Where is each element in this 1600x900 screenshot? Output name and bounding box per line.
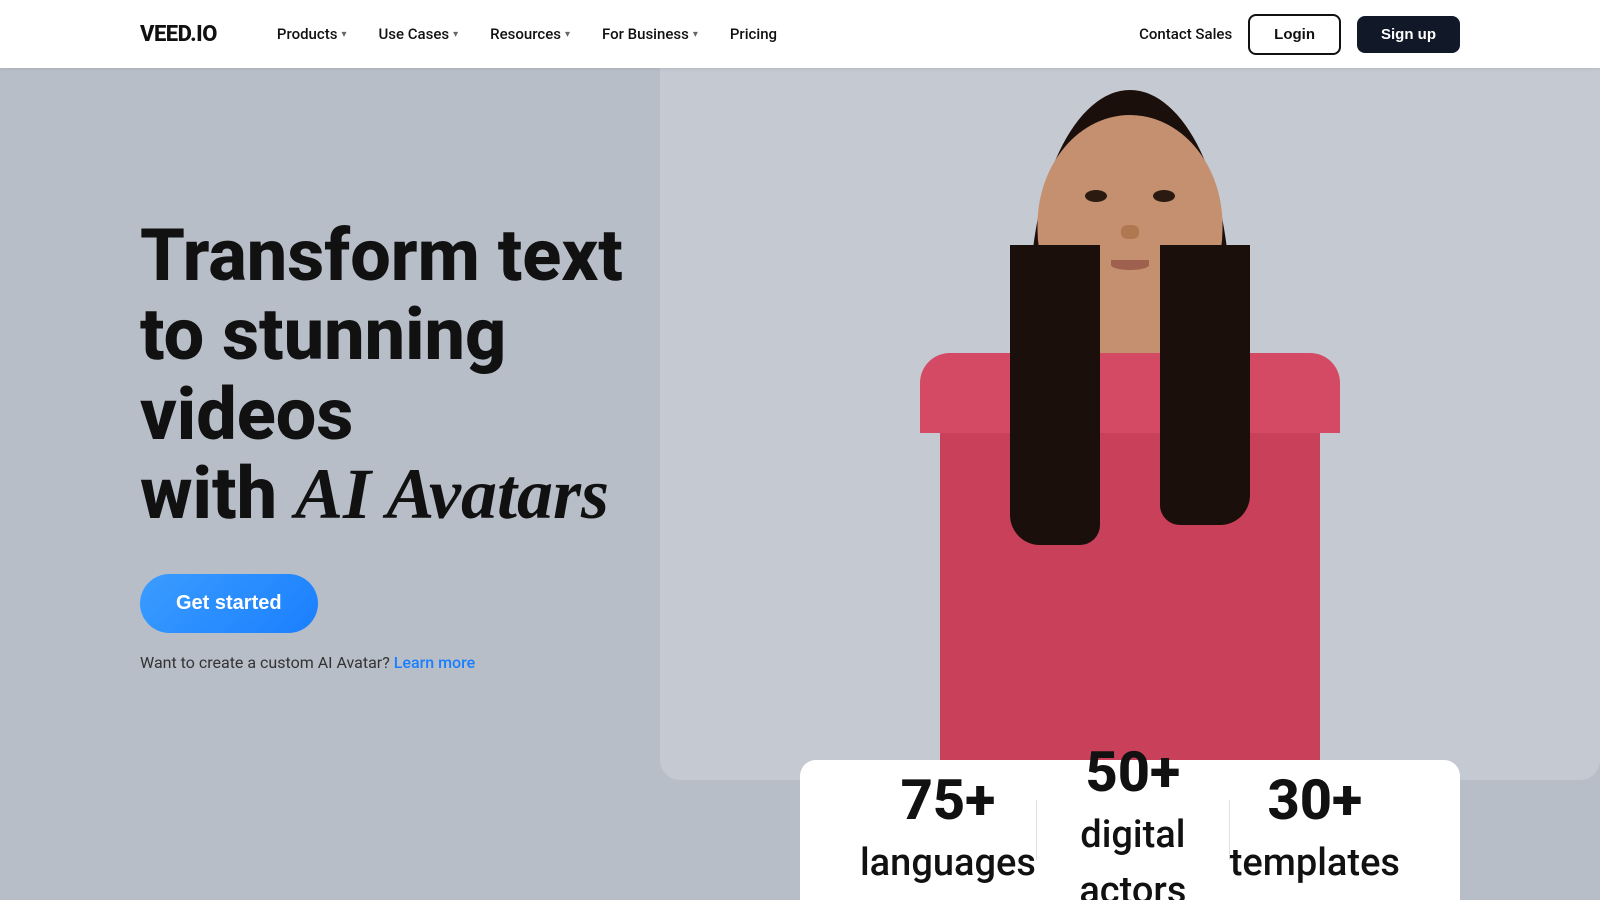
- hero-content: Transform text to stunning videos with A…: [0, 68, 660, 900]
- navbar: VEED.IO Products ▾ Use Cases ▾ Resources…: [0, 0, 1600, 68]
- hero-section: Transform text to stunning videos with A…: [0, 68, 1600, 900]
- nav-item-products[interactable]: Products ▾: [265, 17, 359, 51]
- chevron-down-icon: ▾: [341, 29, 346, 40]
- chevron-down-icon: ▾: [565, 29, 570, 40]
- stats-bar: 75+ languages 50+ digital actors 30+ tem…: [800, 760, 1460, 900]
- nav-right: Contact Sales Login Sign up: [1139, 14, 1460, 55]
- hero-title-line1: Transform text: [140, 213, 623, 298]
- stat-digital-actors: 50+ digital actors: [1037, 744, 1230, 900]
- get-started-button[interactable]: Get started: [140, 574, 318, 633]
- logo[interactable]: VEED.IO: [140, 22, 217, 47]
- nav-links: Products ▾ Use Cases ▾ Resources ▾ For B…: [265, 17, 1139, 51]
- nav-label-pricing: Pricing: [730, 25, 777, 43]
- hero-title-line2: to stunning videos: [140, 292, 506, 456]
- stat-templates-number: 30+ templates: [1230, 772, 1400, 884]
- login-button[interactable]: Login: [1248, 14, 1341, 55]
- contact-sales-link[interactable]: Contact Sales: [1139, 25, 1232, 43]
- nav-label-use-cases: Use Cases: [378, 25, 449, 43]
- nav-item-resources[interactable]: Resources ▾: [478, 17, 582, 51]
- chevron-down-icon: ▾: [693, 29, 698, 40]
- stat-templates: 30+ templates: [1230, 772, 1400, 888]
- stat-actors-number: 50+ digital actors: [1037, 744, 1230, 900]
- avatar-figure: [890, 105, 1370, 785]
- nav-item-for-business[interactable]: For Business ▾: [590, 17, 710, 51]
- stat-languages: 75+ languages: [860, 772, 1036, 888]
- nav-item-use-cases[interactable]: Use Cases ▾: [366, 17, 470, 51]
- hero-subtext: Want to create a custom AI Avatar? Learn…: [140, 653, 660, 672]
- hero-image-area: 75+ languages 50+ digital actors 30+ tem…: [660, 68, 1600, 900]
- hero-title-line3-normal: with: [140, 451, 295, 536]
- nav-label-products: Products: [277, 25, 338, 43]
- chevron-down-icon: ▾: [453, 29, 458, 40]
- hero-subtext-text: Want to create a custom AI Avatar?: [140, 653, 390, 672]
- learn-more-link[interactable]: Learn more: [394, 653, 475, 672]
- nav-item-pricing[interactable]: Pricing: [718, 17, 789, 51]
- nav-label-for-business: For Business: [602, 25, 689, 43]
- stat-languages-number: 75+ languages: [860, 772, 1036, 884]
- hero-title-italic: AI Avatars: [295, 454, 609, 534]
- hero-title: Transform text to stunning videos with A…: [140, 216, 660, 534]
- signup-button[interactable]: Sign up: [1357, 16, 1460, 53]
- nav-label-resources: Resources: [490, 25, 561, 43]
